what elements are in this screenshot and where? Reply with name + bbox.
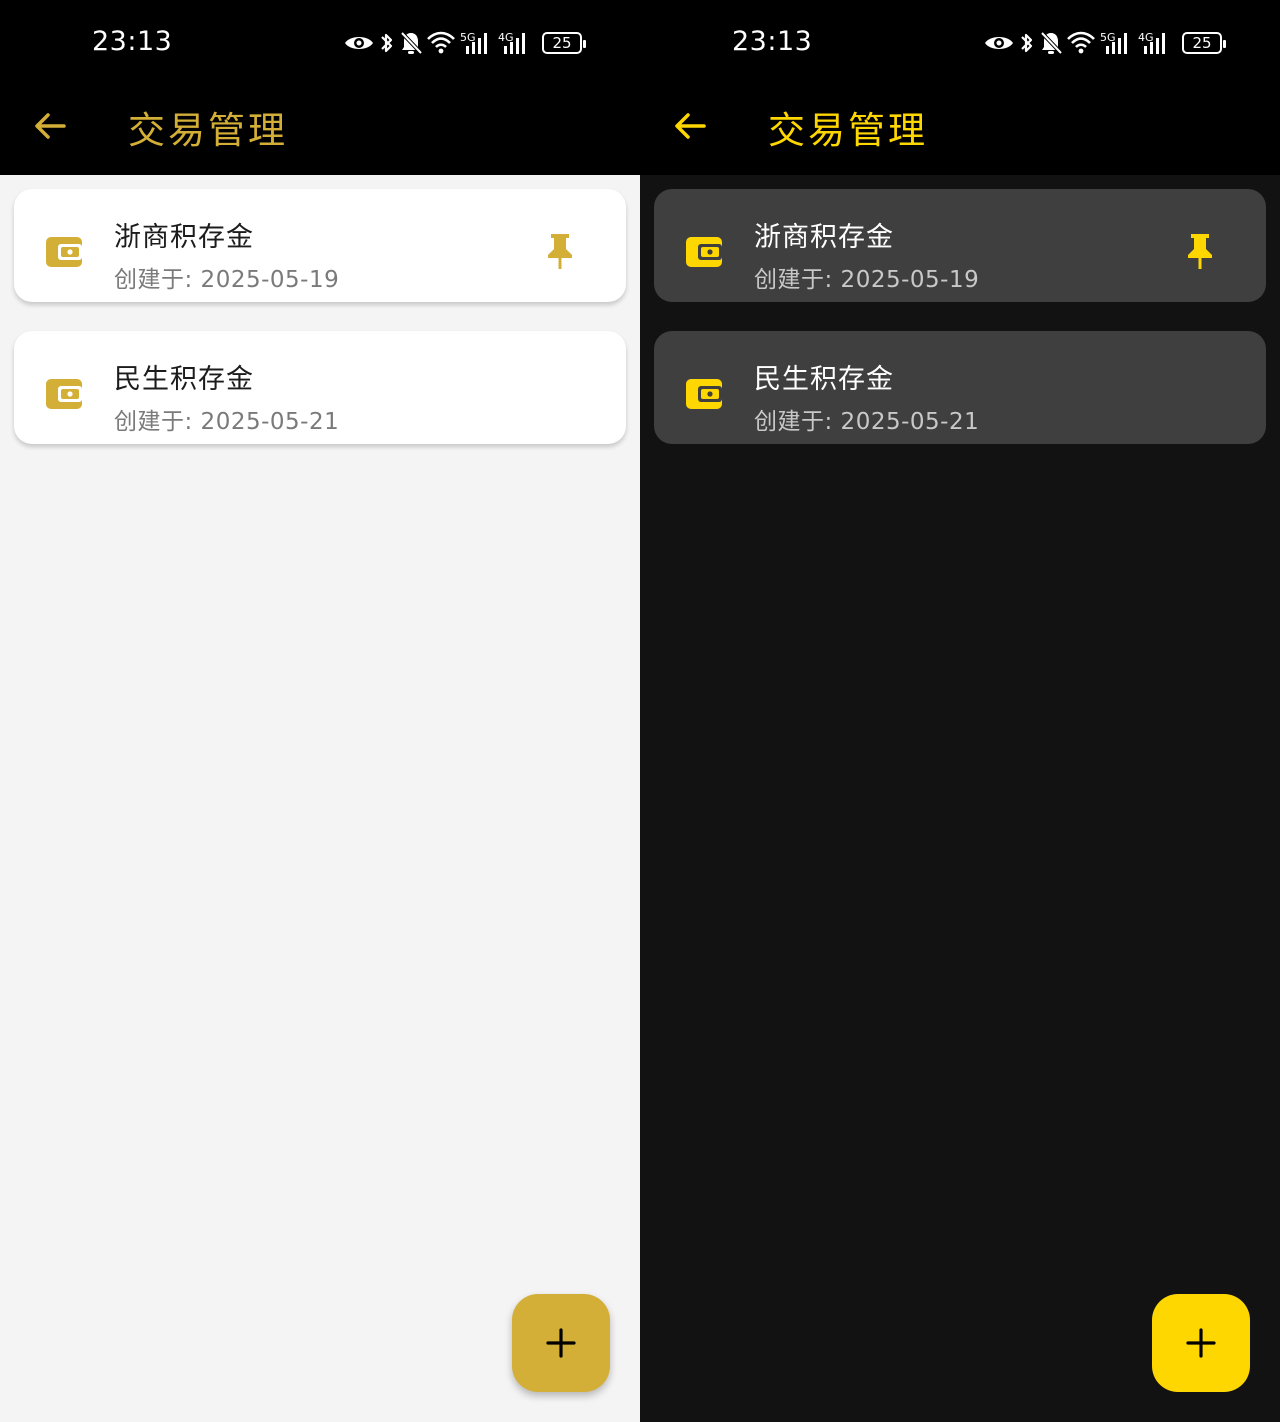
- pin-icon: [1188, 234, 1212, 269]
- account-created-date: 创建于: 2025-05-21: [754, 409, 980, 435]
- screens-container: 23:13 5G 4G 25 交易管理 浙商积存金 创建于: 2025-05-1…: [0, 0, 1280, 1422]
- wallet-icon: [46, 237, 82, 267]
- bell-off-icon: [1040, 31, 1062, 55]
- page-title: 交易管理: [128, 109, 288, 152]
- account-card[interactable]: 浙商积存金 创建于: 2025-05-19: [654, 189, 1266, 302]
- signal-5g-icon: 5G: [1100, 30, 1134, 56]
- account-created-date: 创建于: 2025-05-19: [114, 267, 340, 293]
- account-card[interactable]: 民生积存金 创建于: 2025-05-21: [654, 331, 1266, 444]
- account-name: 民生积存金: [114, 364, 254, 395]
- dark-theme-screen: 23:13 5G 4G 25 交易管理 浙商积存金 创建于: 2025-05-1…: [640, 0, 1280, 1422]
- app-bar: 交易管理: [0, 86, 640, 175]
- arrow-left-icon: [35, 113, 66, 139]
- signal-4g-icon: 4G: [498, 30, 532, 56]
- battery-icon: 25: [542, 32, 586, 54]
- add-account-button[interactable]: [1152, 1294, 1250, 1392]
- account-card[interactable]: 浙商积存金 创建于: 2025-05-19: [14, 189, 626, 302]
- bluetooth-icon: [1018, 31, 1036, 55]
- bell-off-icon: [400, 31, 422, 55]
- status-bar: 23:13 5G 4G 25: [0, 0, 640, 86]
- status-icons: 5G 4G 25: [344, 28, 586, 58]
- status-bar: 23:13 5G 4G 25: [640, 0, 1280, 86]
- eye-icon: [984, 33, 1014, 53]
- wifi-icon: [426, 31, 456, 55]
- pin-button[interactable]: [1182, 231, 1218, 271]
- pin-button[interactable]: [542, 231, 578, 271]
- account-name: 民生积存金: [754, 364, 894, 395]
- page-title: 交易管理: [768, 109, 928, 152]
- account-name: 浙商积存金: [114, 222, 254, 253]
- bluetooth-icon: [378, 31, 396, 55]
- back-button[interactable]: [670, 106, 710, 146]
- back-button[interactable]: [30, 106, 70, 146]
- pin-icon: [548, 234, 572, 269]
- signal-4g-icon: 4G: [1138, 30, 1172, 56]
- status-time: 23:13: [732, 26, 813, 57]
- plus-icon: [546, 1328, 576, 1358]
- status-time: 23:13: [92, 26, 173, 57]
- account-created-date: 创建于: 2025-05-21: [114, 409, 340, 435]
- wallet-icon: [686, 379, 722, 409]
- status-icons: 5G 4G 25: [984, 28, 1226, 58]
- add-account-button[interactable]: [512, 1294, 610, 1392]
- plus-icon: [1186, 1328, 1216, 1358]
- signal-5g-icon: 5G: [460, 30, 494, 56]
- battery-icon: 25: [1182, 32, 1226, 54]
- arrow-left-icon: [675, 113, 706, 139]
- eye-icon: [344, 33, 374, 53]
- wallet-icon: [46, 379, 82, 409]
- account-created-date: 创建于: 2025-05-19: [754, 267, 980, 293]
- wallet-icon: [686, 237, 722, 267]
- app-bar: 交易管理: [640, 86, 1280, 175]
- light-theme-screen: 23:13 5G 4G 25 交易管理 浙商积存金 创建于: 2025-05-1…: [0, 0, 640, 1422]
- account-card[interactable]: 民生积存金 创建于: 2025-05-21: [14, 331, 626, 444]
- wifi-icon: [1066, 31, 1096, 55]
- account-name: 浙商积存金: [754, 222, 894, 253]
